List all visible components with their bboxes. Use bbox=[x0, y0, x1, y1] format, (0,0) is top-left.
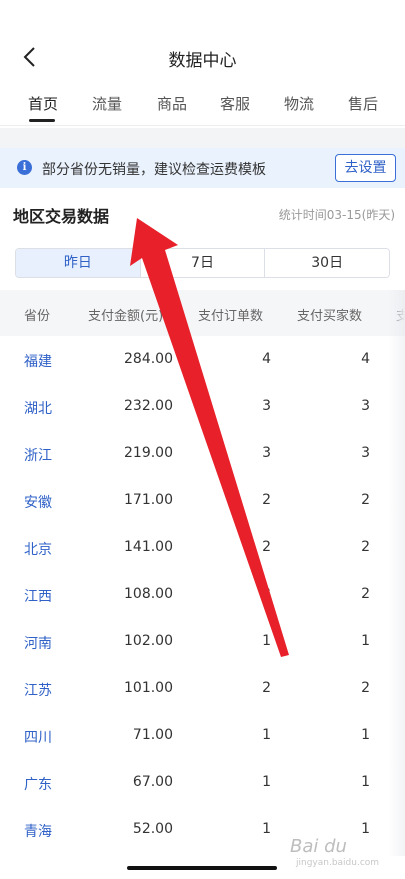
orders-cell: 4 bbox=[262, 351, 271, 367]
range-30-days[interactable]: 30日 bbox=[264, 249, 389, 277]
orders-cell: 2 bbox=[262, 586, 271, 602]
orders-cell: 3 bbox=[262, 445, 271, 461]
category-tabs: 首页 流量 商品 客服 物流 售后 bbox=[0, 82, 405, 126]
province-cell[interactable]: 河南 bbox=[24, 633, 52, 653]
watermark-url: jingyan.baidu.com bbox=[296, 858, 380, 868]
orders-cell: 1 bbox=[262, 633, 271, 649]
amount-cell: 102.00 bbox=[124, 633, 173, 649]
table-row[interactable]: 福建 284.00 4 4 bbox=[0, 336, 405, 383]
amount-cell: 101.00 bbox=[124, 680, 173, 696]
orders-cell: 1 bbox=[262, 727, 271, 743]
info-icon: i bbox=[17, 160, 32, 175]
buyers-cell: 2 bbox=[361, 492, 370, 508]
range-7-days[interactable]: 7日 bbox=[139, 249, 265, 277]
amount-cell: 284.00 bbox=[124, 351, 173, 367]
province-cell[interactable]: 福建 bbox=[24, 351, 52, 371]
active-tab-indicator bbox=[29, 119, 55, 122]
baidu-watermark: Bai du jingyan.baidu.com bbox=[290, 832, 400, 870]
province-cell[interactable]: 广东 bbox=[24, 774, 52, 794]
buyers-cell: 2 bbox=[361, 680, 370, 696]
amount-cell: 171.00 bbox=[124, 492, 173, 508]
range-yesterday[interactable]: 昨日 bbox=[16, 249, 140, 277]
table-row[interactable]: 江西 108.00 2 2 bbox=[0, 571, 405, 618]
table-row[interactable]: 北京 141.00 2 2 bbox=[0, 524, 405, 571]
province-cell[interactable]: 浙江 bbox=[24, 445, 52, 465]
home-indicator[interactable] bbox=[127, 866, 277, 870]
section-title: 地区交易数据 bbox=[13, 207, 110, 226]
section-divider bbox=[0, 128, 405, 148]
orders-cell: 1 bbox=[262, 774, 271, 790]
buyers-cell: 4 bbox=[361, 351, 370, 367]
tab-logistics[interactable]: 物流 bbox=[284, 93, 314, 114]
table-header: 省份 支付金额(元) 支付订单数 支付买家数 支 bbox=[0, 290, 405, 336]
buyers-cell: 1 bbox=[361, 633, 370, 649]
notice-text: 部分省份无销量，建议检查运费模板 bbox=[42, 162, 266, 178]
date-range-selector: 昨日 7日 30日 bbox=[15, 248, 390, 278]
orders-cell: 3 bbox=[262, 398, 271, 414]
go-settings-button[interactable]: 去设置 bbox=[335, 154, 396, 182]
province-cell[interactable]: 青海 bbox=[24, 821, 52, 841]
table-row[interactable]: 河南 102.00 1 1 bbox=[0, 618, 405, 665]
table-row[interactable]: 湖北 232.00 3 3 bbox=[0, 383, 405, 430]
watermark-logo: Bai du bbox=[290, 836, 347, 857]
tab-home[interactable]: 首页 bbox=[28, 93, 58, 114]
stat-time: 统计时间03-15(昨天) bbox=[278, 208, 395, 222]
orders-cell: 2 bbox=[262, 539, 271, 555]
column-header-orders[interactable]: 支付订单数 bbox=[198, 305, 263, 324]
amount-cell: 108.00 bbox=[124, 586, 173, 602]
orders-cell: 1 bbox=[262, 821, 271, 837]
tab-customer-service[interactable]: 客服 bbox=[220, 93, 250, 114]
column-scroll-shadow bbox=[388, 336, 405, 856]
tab-products[interactable]: 商品 bbox=[157, 93, 187, 114]
buyers-cell: 2 bbox=[361, 539, 370, 555]
amount-cell: 52.00 bbox=[132, 821, 173, 837]
table-row[interactable]: 广东 67.00 1 1 bbox=[0, 759, 405, 806]
province-cell[interactable]: 江西 bbox=[24, 586, 52, 606]
top-bar: 数据中心 bbox=[0, 0, 405, 80]
province-cell[interactable]: 湖北 bbox=[24, 398, 52, 418]
table-row[interactable]: 江苏 101.00 2 2 bbox=[0, 665, 405, 712]
table-row[interactable]: 安徽 171.00 2 2 bbox=[0, 477, 405, 524]
amount-cell: 219.00 bbox=[124, 445, 173, 461]
buyers-cell: 2 bbox=[361, 586, 370, 602]
amount-cell: 141.00 bbox=[124, 539, 173, 555]
column-header-buyers[interactable]: 支付买家数 bbox=[297, 305, 362, 324]
notice-bar: i 部分省份无销量，建议检查运费模板 去设置 bbox=[0, 148, 405, 188]
column-header-amount[interactable]: 支付金额(元) bbox=[88, 305, 182, 324]
province-cell[interactable]: 北京 bbox=[24, 539, 52, 559]
amount-cell: 71.00 bbox=[132, 727, 173, 743]
table-row[interactable]: 浙江 219.00 3 3 bbox=[0, 430, 405, 477]
amount-cell: 232.00 bbox=[124, 398, 173, 414]
table-row[interactable]: 四川 71.00 1 1 bbox=[0, 712, 405, 759]
province-cell[interactable]: 四川 bbox=[24, 727, 52, 747]
buyers-cell: 3 bbox=[361, 398, 370, 414]
orders-cell: 2 bbox=[262, 680, 271, 696]
buyers-cell: 1 bbox=[361, 727, 370, 743]
column-header-province[interactable]: 省份 bbox=[24, 305, 50, 324]
amount-cell: 67.00 bbox=[132, 774, 173, 790]
page-title: 数据中心 bbox=[168, 51, 237, 71]
tab-traffic[interactable]: 流量 bbox=[92, 93, 122, 114]
buyers-cell: 3 bbox=[361, 445, 370, 461]
province-cell[interactable]: 安徽 bbox=[24, 492, 52, 512]
tab-after-sales[interactable]: 售后 bbox=[348, 93, 378, 114]
scroll-shadow bbox=[388, 290, 405, 336]
buyers-cell: 1 bbox=[361, 774, 370, 790]
province-cell[interactable]: 江苏 bbox=[24, 680, 52, 700]
orders-cell: 2 bbox=[262, 492, 271, 508]
